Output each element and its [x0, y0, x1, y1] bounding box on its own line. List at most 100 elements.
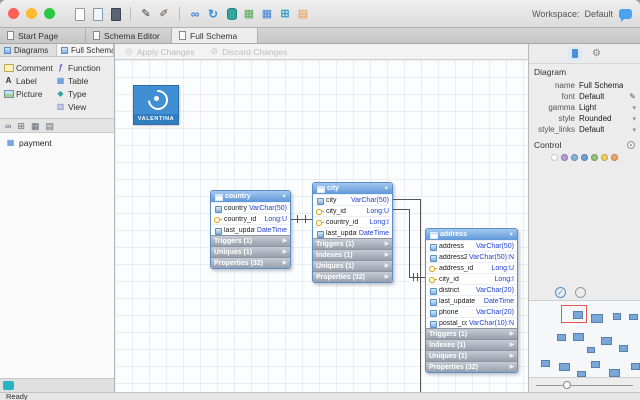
er-field-row[interactable]: city_id Long:I — [426, 273, 517, 284]
er-field-row[interactable]: city_id Long:U — [313, 205, 392, 216]
notes-icon[interactable]: ▤ — [45, 119, 54, 133]
er-field-row[interactable]: country_id Long:U — [211, 213, 290, 224]
zoom-slider-thumb[interactable] — [563, 381, 572, 389]
er-field-row[interactable]: city VarChar(50) — [313, 194, 392, 205]
relation-city-offscreen[interactable] — [393, 199, 420, 200]
report-icon[interactable] — [295, 6, 311, 22]
color-dot[interactable] — [581, 154, 588, 161]
er-table-city[interactable]: city ▼ city VarChar(50) city_id Long:U country… — [312, 182, 393, 283]
er-section-row[interactable]: Triggers (1) ▶ — [426, 328, 517, 339]
er-table-country[interactable]: country ▼ country VarChar(50) country_id Long… — [210, 190, 291, 269]
feedback-chat-icon[interactable] — [619, 8, 632, 22]
er-table-header[interactable]: city ▼ — [313, 183, 392, 194]
console-toggle-icon[interactable] — [3, 381, 14, 390]
color-dot[interactable] — [561, 154, 568, 161]
target-icon[interactable] — [627, 141, 635, 149]
circle-icon[interactable] — [575, 286, 586, 298]
tool-comment[interactable]: Comment — [2, 61, 54, 74]
color-dot[interactable] — [601, 154, 608, 161]
tab-start-page[interactable]: Start Page — [0, 28, 86, 43]
tool-picture[interactable]: Picture — [2, 87, 54, 100]
collapse-icon[interactable]: ▼ — [282, 194, 287, 200]
save-icon[interactable] — [107, 6, 123, 22]
property-value[interactable]: Full Schema — [579, 81, 623, 90]
dropdown-arrow-icon[interactable]: ▾ — [632, 104, 636, 112]
relations-icon[interactable]: ∞ — [5, 119, 11, 133]
er-field-row[interactable]: phone VarChar(20) — [426, 306, 517, 317]
zoom-slider[interactable] — [536, 381, 633, 389]
er-section-row[interactable]: Uniques (1) ▶ — [313, 260, 392, 271]
collapse-icon[interactable]: ▼ — [384, 186, 389, 192]
dropdown-arrow-icon[interactable]: ▾ — [632, 115, 636, 123]
relation-country-city[interactable] — [291, 219, 312, 220]
tool-table[interactable]: Table — [54, 74, 112, 87]
tab-full-schema[interactable]: Full Schema — [172, 28, 258, 43]
er-field-row[interactable]: address2 VarChar(50):N — [426, 251, 517, 262]
diagram-canvas[interactable]: VALENTINA country ▼ country VarChar(50) coun… — [115, 60, 528, 392]
er-table-header[interactable]: country ▼ — [211, 191, 290, 202]
diagram-properties-icon[interactable] — [568, 46, 583, 61]
new-diagram-icon[interactable] — [71, 6, 87, 22]
tool-function[interactable]: Function — [54, 61, 112, 74]
relation-city-address[interactable] — [393, 209, 410, 210]
er-section-row[interactable]: Uniques (1) ▶ — [426, 350, 517, 361]
er-field-row[interactable]: last_updateDateTime — [426, 295, 517, 306]
discard-changes-button[interactable]: ⊘ Discard Changes — [211, 46, 288, 57]
color-dot[interactable] — [611, 154, 618, 161]
eyedropper-icon[interactable] — [156, 6, 172, 22]
er-section-row[interactable]: Triggers (1) ▶ — [211, 235, 290, 246]
sidebar-tab-full-schema[interactable]: Full Schema — [57, 44, 114, 56]
open-icon[interactable] — [89, 6, 105, 22]
er-section-row[interactable]: Indexes (1) ▶ — [426, 339, 517, 350]
property-value[interactable]: Light — [579, 103, 596, 112]
edit-pencil-icon[interactable]: ✎ — [629, 92, 636, 101]
check-circle-icon[interactable]: ✓ — [555, 286, 566, 298]
tables-list-icon[interactable]: ▦ — [31, 119, 40, 133]
list-item-payment[interactable]: payment — [0, 136, 114, 149]
er-field-row[interactable]: country_id Long:I — [313, 216, 392, 227]
tool-label[interactable]: Label — [2, 74, 54, 87]
er-table-header[interactable]: address ▼ — [426, 229, 517, 240]
collapse-icon[interactable]: ▼ — [509, 232, 514, 238]
database-icon[interactable] — [223, 6, 239, 22]
er-section-row[interactable]: Indexes (1) ▶ — [313, 249, 392, 260]
er-section-row[interactable]: Properties (32) ▶ — [313, 271, 392, 282]
gear-icon[interactable]: ⚙ — [592, 48, 601, 59]
pen-icon[interactable] — [138, 6, 154, 22]
er-section-row[interactable]: Triggers (1) ▶ — [313, 238, 392, 249]
er-field-row[interactable]: last_updateDateTime — [313, 227, 392, 238]
color-dot[interactable] — [591, 154, 598, 161]
er-section-row[interactable]: Properties (32) ▶ — [211, 257, 290, 268]
zoom-window-button[interactable] — [44, 8, 55, 19]
refresh-icon[interactable] — [205, 6, 221, 22]
er-field-row[interactable]: address VarChar(50) — [426, 240, 517, 251]
diagram-view-icon[interactable] — [277, 6, 293, 22]
er-field-row[interactable]: address_id Long:U — [426, 262, 517, 273]
create-table-icon[interactable] — [241, 6, 257, 22]
minimize-window-button[interactable] — [26, 8, 37, 19]
tool-view[interactable]: View — [54, 100, 112, 113]
sidebar-tab-diagrams[interactable]: Diagrams — [0, 44, 57, 56]
color-dot[interactable] — [551, 154, 558, 161]
property-value[interactable]: Default — [579, 92, 604, 101]
er-section-row[interactable]: Properties (32) ▶ — [426, 361, 517, 372]
tool-type[interactable]: Type — [54, 87, 112, 100]
property-value[interactable]: Default — [579, 125, 604, 134]
er-field-row[interactable]: last_updateDateTime — [211, 224, 290, 235]
er-table-address[interactable]: address ▼ address VarChar(50) address2 VarCha… — [425, 228, 518, 373]
relation-city-offscreen[interactable] — [420, 199, 421, 392]
objects-grid-icon[interactable]: ⊞ — [17, 119, 25, 133]
close-window-button[interactable] — [8, 8, 19, 19]
tab-schema-editor[interactable]: Schema Editor — [86, 28, 172, 43]
relation-city-address[interactable] — [409, 209, 410, 278]
er-field-row[interactable]: district VarChar(20) — [426, 284, 517, 295]
schema-grid-icon[interactable] — [259, 6, 275, 22]
er-field-row[interactable]: postal_codeVarChar(10):N — [426, 317, 517, 328]
apply-changes-button[interactable]: ◎ Apply Changes — [125, 46, 195, 57]
link-icon[interactable] — [187, 6, 203, 22]
dropdown-arrow-icon[interactable]: ▾ — [632, 126, 636, 134]
minimap[interactable] — [529, 300, 640, 378]
er-section-row[interactable]: Uniques (1) ▶ — [211, 246, 290, 257]
er-field-row[interactable]: country VarChar(50) — [211, 202, 290, 213]
color-dot[interactable] — [571, 154, 578, 161]
